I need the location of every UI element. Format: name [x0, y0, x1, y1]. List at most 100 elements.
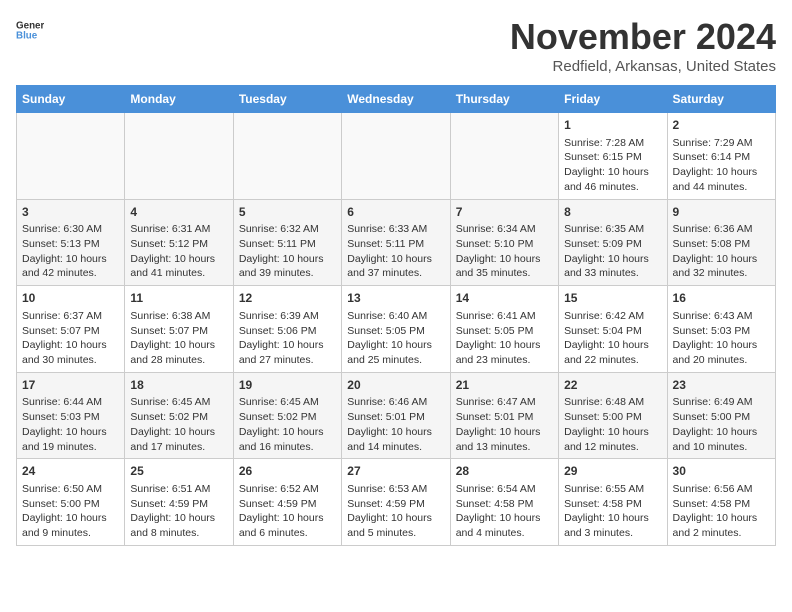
- day-info: Sunrise: 6:48 AM: [564, 395, 661, 410]
- day-info: Sunset: 5:11 PM: [239, 237, 336, 252]
- day-info: Daylight: 10 hours and 42 minutes.: [22, 252, 119, 281]
- day-info: Sunrise: 6:46 AM: [347, 395, 444, 410]
- day-info: Sunset: 5:07 PM: [130, 324, 227, 339]
- day-info: Sunset: 5:03 PM: [673, 324, 770, 339]
- table-row: 4Sunrise: 6:31 AMSunset: 5:12 PMDaylight…: [125, 199, 233, 286]
- day-info: Sunset: 5:06 PM: [239, 324, 336, 339]
- table-row: 5Sunrise: 6:32 AMSunset: 5:11 PMDaylight…: [233, 199, 341, 286]
- table-row: 30Sunrise: 6:56 AMSunset: 4:58 PMDayligh…: [667, 459, 775, 546]
- day-info: Daylight: 10 hours and 14 minutes.: [347, 425, 444, 454]
- logo: General Blue: [16, 16, 44, 44]
- day-info: Daylight: 10 hours and 37 minutes.: [347, 252, 444, 281]
- day-info: Sunset: 4:58 PM: [456, 497, 553, 512]
- day-info: Sunset: 5:05 PM: [347, 324, 444, 339]
- day-info: Sunset: 5:02 PM: [130, 410, 227, 425]
- svg-text:Blue: Blue: [16, 30, 38, 41]
- day-number: 15: [564, 290, 661, 307]
- day-info: Sunrise: 6:49 AM: [673, 395, 770, 410]
- day-info: Sunrise: 6:32 AM: [239, 222, 336, 237]
- table-row: 3Sunrise: 6:30 AMSunset: 5:13 PMDaylight…: [17, 199, 125, 286]
- day-info: Sunrise: 6:33 AM: [347, 222, 444, 237]
- day-info: Sunset: 4:59 PM: [239, 497, 336, 512]
- day-info: Daylight: 10 hours and 16 minutes.: [239, 425, 336, 454]
- table-row: 10Sunrise: 6:37 AMSunset: 5:07 PMDayligh…: [17, 286, 125, 373]
- calendar-table: Sunday Monday Tuesday Wednesday Thursday…: [16, 85, 776, 546]
- day-info: Daylight: 10 hours and 19 minutes.: [22, 425, 119, 454]
- day-info: Sunset: 5:00 PM: [22, 497, 119, 512]
- day-number: 6: [347, 204, 444, 221]
- day-info: Sunset: 4:58 PM: [673, 497, 770, 512]
- table-row: 16Sunrise: 6:43 AMSunset: 5:03 PMDayligh…: [667, 286, 775, 373]
- calendar-week-1: 1Sunrise: 7:28 AMSunset: 6:15 PMDaylight…: [17, 113, 776, 200]
- day-info: Daylight: 10 hours and 20 minutes.: [673, 338, 770, 367]
- day-number: 26: [239, 463, 336, 480]
- table-row: 23Sunrise: 6:49 AMSunset: 5:00 PMDayligh…: [667, 372, 775, 459]
- day-info: Sunset: 5:12 PM: [130, 237, 227, 252]
- table-row: 9Sunrise: 6:36 AMSunset: 5:08 PMDaylight…: [667, 199, 775, 286]
- day-info: Sunset: 5:03 PM: [22, 410, 119, 425]
- day-info: Daylight: 10 hours and 17 minutes.: [130, 425, 227, 454]
- day-info: Sunrise: 6:35 AM: [564, 222, 661, 237]
- day-number: 28: [456, 463, 553, 480]
- table-row: [125, 113, 233, 200]
- day-info: Sunset: 4:59 PM: [347, 497, 444, 512]
- header-monday: Monday: [125, 86, 233, 113]
- day-number: 14: [456, 290, 553, 307]
- day-info: Sunrise: 6:30 AM: [22, 222, 119, 237]
- day-info: Sunset: 5:00 PM: [564, 410, 661, 425]
- day-info: Sunrise: 6:45 AM: [239, 395, 336, 410]
- day-info: Daylight: 10 hours and 5 minutes.: [347, 511, 444, 540]
- day-info: Daylight: 10 hours and 12 minutes.: [564, 425, 661, 454]
- day-info: Sunset: 4:59 PM: [130, 497, 227, 512]
- day-info: Sunset: 4:58 PM: [564, 497, 661, 512]
- day-info: Daylight: 10 hours and 23 minutes.: [456, 338, 553, 367]
- table-row: 13Sunrise: 6:40 AMSunset: 5:05 PMDayligh…: [342, 286, 450, 373]
- day-info: Sunrise: 6:47 AM: [456, 395, 553, 410]
- day-info: Daylight: 10 hours and 30 minutes.: [22, 338, 119, 367]
- table-row: 21Sunrise: 6:47 AMSunset: 5:01 PMDayligh…: [450, 372, 558, 459]
- table-row: 2Sunrise: 7:29 AMSunset: 6:14 PMDaylight…: [667, 113, 775, 200]
- day-info: Sunset: 5:00 PM: [673, 410, 770, 425]
- day-info: Sunrise: 6:53 AM: [347, 482, 444, 497]
- day-info: Sunset: 6:14 PM: [673, 150, 770, 165]
- day-info: Daylight: 10 hours and 8 minutes.: [130, 511, 227, 540]
- day-number: 10: [22, 290, 119, 307]
- day-number: 17: [22, 377, 119, 394]
- table-row: 26Sunrise: 6:52 AMSunset: 4:59 PMDayligh…: [233, 459, 341, 546]
- table-row: 22Sunrise: 6:48 AMSunset: 5:00 PMDayligh…: [559, 372, 667, 459]
- day-info: Sunrise: 6:54 AM: [456, 482, 553, 497]
- day-number: 27: [347, 463, 444, 480]
- table-row: 6Sunrise: 6:33 AMSunset: 5:11 PMDaylight…: [342, 199, 450, 286]
- day-info: Sunset: 5:04 PM: [564, 324, 661, 339]
- day-info: Daylight: 10 hours and 32 minutes.: [673, 252, 770, 281]
- day-info: Daylight: 10 hours and 33 minutes.: [564, 252, 661, 281]
- table-row: 17Sunrise: 6:44 AMSunset: 5:03 PMDayligh…: [17, 372, 125, 459]
- day-number: 25: [130, 463, 227, 480]
- day-number: 1: [564, 117, 661, 134]
- calendar-week-3: 10 Sunrise: 6:37 AM Sunset: 5:07 PM Dayligh…: [17, 286, 776, 373]
- day-info: Daylight: 10 hours and 2 minutes.: [673, 511, 770, 540]
- calendar-week-2: 3Sunrise: 6:30 AMSunset: 5:13 PMDaylight…: [17, 199, 776, 286]
- day-info: Sunset: 6:15 PM: [564, 150, 661, 165]
- day-info: Sunset: 5:09 PM: [564, 237, 661, 252]
- day-number: 18: [130, 377, 227, 394]
- day-info: Sunrise: 6:52 AM: [239, 482, 336, 497]
- day-number: 3: [22, 204, 119, 221]
- table-row: [342, 113, 450, 200]
- day-number: 2: [673, 117, 770, 134]
- table-row: 14Sunrise: 6:41 AMSunset: 5:05 PMDayligh…: [450, 286, 558, 373]
- day-info: Sunrise: 6:36 AM: [673, 222, 770, 237]
- day-number: 5: [239, 204, 336, 221]
- table-row: [450, 113, 558, 200]
- header-friday: Friday: [559, 86, 667, 113]
- table-row: 28Sunrise: 6:54 AMSunset: 4:58 PMDayligh…: [450, 459, 558, 546]
- day-info: Sunrise: 6:37 AM: [22, 309, 119, 324]
- day-info: Sunrise: 6:55 AM: [564, 482, 661, 497]
- day-info: Sunrise: 6:38 AM: [130, 309, 227, 324]
- day-info: Daylight: 10 hours and 39 minutes.: [239, 252, 336, 281]
- day-info: Daylight: 10 hours and 35 minutes.: [456, 252, 553, 281]
- day-info: Sunrise: 6:41 AM: [456, 309, 553, 324]
- day-info: Sunrise: 6:56 AM: [673, 482, 770, 497]
- table-row: [233, 113, 341, 200]
- logo-icon: General Blue: [16, 16, 44, 44]
